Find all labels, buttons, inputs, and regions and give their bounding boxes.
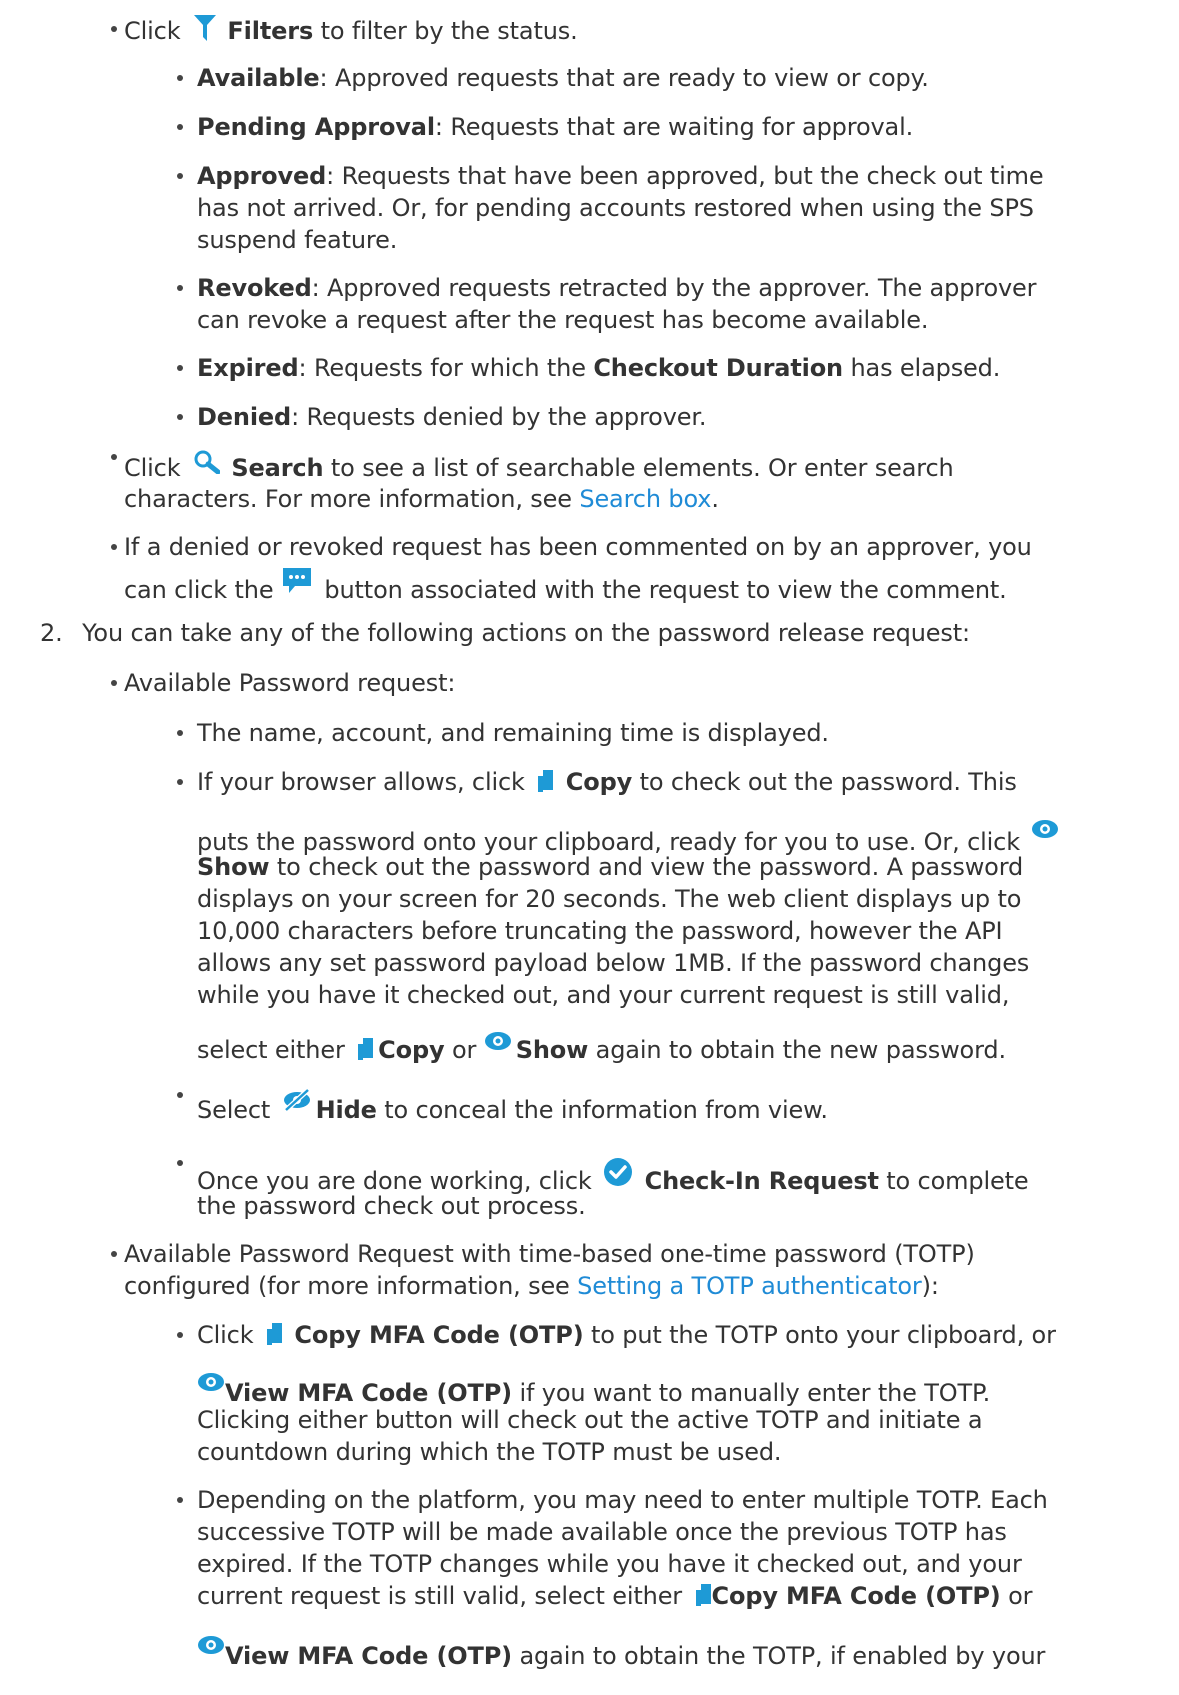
bullet: [177, 173, 183, 179]
list-item-revoked: Revoked: Approved requests retracted by …: [197, 274, 1037, 302]
text-line: Depending on the platform, you may need …: [197, 1486, 1048, 1514]
text-line: expired. If the TOTP changes while you h…: [197, 1550, 1022, 1578]
text-line: successive TOTP will be made available o…: [197, 1518, 1007, 1546]
bullet: [177, 1332, 183, 1338]
copy-label[interactable]: Copy: [566, 768, 632, 796]
checkin-label[interactable]: Check-In Request: [645, 1167, 879, 1195]
text-line: suspend feature.: [197, 226, 398, 254]
multi-view-line: View MFA Code (OTP) again to obtain the …: [197, 1634, 1045, 1673]
copy-label[interactable]: Copy: [378, 1036, 444, 1064]
text-line: countdown during which the TOTP must be …: [197, 1438, 782, 1466]
funnel-icon[interactable]: [193, 15, 216, 41]
bullet: [177, 730, 183, 736]
bullet: [177, 365, 183, 371]
copy-icon[interactable]: [694, 1584, 712, 1608]
eye-icon[interactable]: [1031, 818, 1059, 840]
bullet: [177, 285, 183, 291]
copy-line: If your browser allows, click Copy to ch…: [197, 768, 1017, 796]
check-circle-icon[interactable]: [603, 1157, 633, 1187]
totp-authenticator-link[interactable]: Setting a TOTP authenticator: [577, 1272, 922, 1300]
bullet: [177, 779, 183, 785]
hide-line: Select Hide to conceal the information f…: [197, 1088, 828, 1127]
bullet: [177, 1160, 183, 1166]
list-item-denied: Denied: Requests denied by the approver.: [197, 403, 707, 431]
text-line: while you have it checked out, and your …: [197, 981, 1010, 1009]
text-line: the password check out process.: [197, 1192, 586, 1220]
step-2: 2. You can take any of the following act…: [40, 619, 970, 647]
copy-icon[interactable]: [536, 770, 554, 794]
bullet: [177, 414, 183, 420]
view-mfa-label[interactable]: View MFA Code (OTP): [225, 1642, 512, 1670]
show-label[interactable]: Show: [197, 853, 270, 881]
copy-icon[interactable]: [265, 1323, 283, 1347]
bullet: [177, 75, 183, 81]
eye-icon[interactable]: [197, 1371, 225, 1393]
totp-heading: Available Password Request with time-bas…: [124, 1240, 975, 1268]
show-label[interactable]: Show: [516, 1036, 589, 1064]
multi-copy-line: current request is still valid, select e…: [197, 1582, 1033, 1610]
text-line: Clicking either button will check out th…: [197, 1406, 983, 1434]
text-line: displays on your screen for 20 seconds. …: [197, 885, 1022, 913]
copy-mfa-label[interactable]: Copy MFA Code (OTP): [294, 1321, 583, 1349]
bullet: [111, 544, 117, 550]
text-line: 10,000 characters before truncating the …: [197, 917, 1003, 945]
bullet: [177, 124, 183, 130]
hide-label[interactable]: Hide: [316, 1096, 377, 1124]
eye-icon[interactable]: [484, 1030, 512, 1052]
search-line-2: characters. For more information, see Se…: [124, 485, 719, 513]
show-line-2: Show to check out the password and view …: [197, 853, 1024, 881]
comment-line-2: can click the button associated with the…: [124, 566, 1007, 607]
text-line: has not arrived. Or, for pending account…: [197, 194, 1034, 222]
copy-mfa-line: Click Copy MFA Code (OTP) to put the TOT…: [197, 1321, 1056, 1349]
list-item-available: Available: Approved requests that are re…: [197, 64, 929, 92]
text-line: allows any set password payload below 1M…: [197, 949, 1030, 977]
bullet: [111, 1251, 117, 1257]
bullet: [111, 26, 117, 32]
copy-icon[interactable]: [356, 1038, 374, 1062]
available-heading: Available Password request:: [124, 669, 456, 697]
text-line: The name, account, and remaining time is…: [197, 719, 829, 747]
bullet: [177, 1497, 183, 1503]
text-line: can revoke a request after the request h…: [197, 306, 929, 334]
filters-line: Click Filters to filter by the status.: [124, 15, 578, 45]
filters-label[interactable]: Filters: [227, 17, 313, 45]
speech-bubble-icon[interactable]: [281, 566, 313, 594]
bullet: [177, 1092, 183, 1098]
text-line: If a denied or revoked request has been …: [124, 533, 1032, 561]
copy-show-line: select either Copy or Show again to obta…: [197, 1030, 1006, 1067]
search-line: Click Search to see a list of searchable…: [124, 450, 954, 485]
eye-slash-icon[interactable]: [282, 1088, 312, 1112]
search-label[interactable]: Search: [231, 454, 323, 482]
search-box-link[interactable]: Search box: [579, 485, 711, 513]
totp-heading-2: configured (for more information, see Se…: [124, 1272, 939, 1300]
copy-mfa-label[interactable]: Copy MFA Code (OTP): [712, 1582, 1001, 1610]
bullet: [111, 680, 117, 686]
bullet: [111, 454, 117, 460]
eye-icon[interactable]: [197, 1634, 225, 1656]
list-item-pending: Pending Approval: Requests that are wait…: [197, 113, 914, 141]
list-item-expired: Expired: Requests for which the Checkout…: [197, 354, 1001, 382]
list-item-approved: Approved: Requests that have been approv…: [197, 162, 1044, 190]
magnifier-icon[interactable]: [194, 450, 220, 474]
